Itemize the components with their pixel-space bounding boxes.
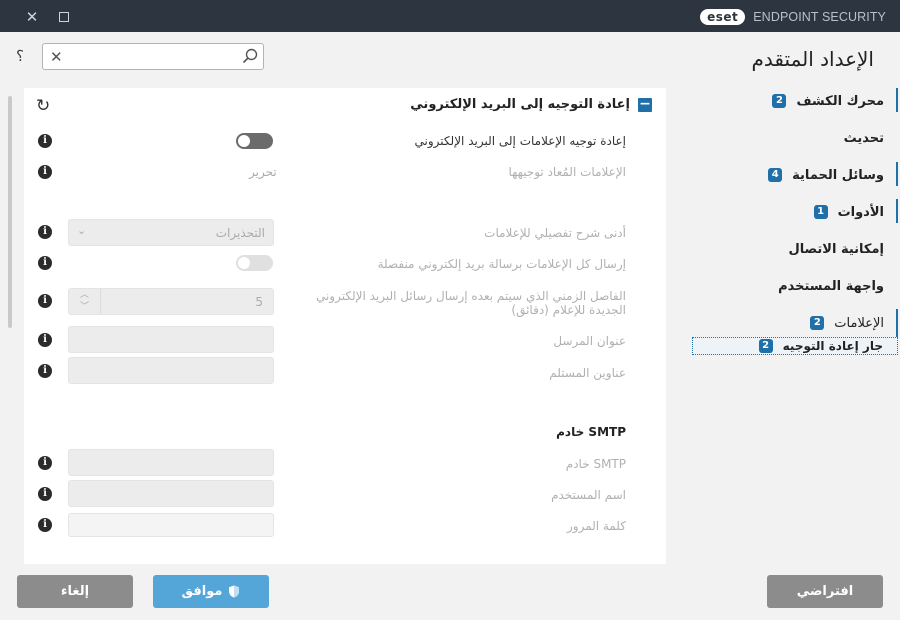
min-verbosity-label: أدنى شرح تفصيلي للإعلامات xyxy=(484,226,626,240)
collapse-icon[interactable]: − xyxy=(638,97,652,112)
stepper-arrows[interactable]: ︿ ﹀ xyxy=(69,289,101,314)
cancel-button[interactable]: إلغاء xyxy=(17,575,133,608)
sidebar-item-detection-engine[interactable]: 2 محرك الكشف xyxy=(772,90,884,112)
forward-toggle-label: إعادة توجيه الإعلامات إلى البريد الإلكتر… xyxy=(414,134,626,148)
info-icon[interactable]: i xyxy=(38,256,52,270)
default-button-label: افتراضي xyxy=(796,584,854,599)
smtp-server-input[interactable] xyxy=(68,449,274,476)
info-icon[interactable]: i xyxy=(38,165,52,179)
sidebar-item-forwarding[interactable]: 2 جار إعادة التوجيه xyxy=(692,337,898,355)
password-label: كلمة المرور xyxy=(566,519,626,533)
page-title: الإعداد المتقدم xyxy=(751,47,874,71)
shield-icon xyxy=(229,585,240,598)
nav-indicator xyxy=(896,199,898,223)
stepper-value: 5 xyxy=(255,295,263,309)
toggle-knob xyxy=(238,135,250,147)
sidebar-item-label: محرك الكشف xyxy=(796,93,884,109)
username-input[interactable] xyxy=(68,480,274,507)
search-box[interactable]: ✕ xyxy=(42,43,264,70)
section-header: إعادة التوجيه إلى البريد الإلكتروني − xyxy=(410,97,652,112)
product-name: ENDPOINT SECURITY xyxy=(753,10,886,24)
username-label: اسم المستخدم xyxy=(551,488,626,502)
search-input[interactable] xyxy=(69,47,229,66)
recipient-addresses-input[interactable] xyxy=(68,357,274,384)
separate-emails-label: إرسال كل الإعلامات برسالة بريد إلكتروني … xyxy=(377,257,626,271)
sidebar-item-update[interactable]: تحديث xyxy=(844,127,884,149)
count-badge: 2 xyxy=(758,339,773,353)
count-badge: 1 xyxy=(813,205,828,219)
smtp-section-title: خادم SMTP xyxy=(556,425,626,439)
sender-address-input[interactable] xyxy=(68,326,274,353)
separate-emails-toggle[interactable] xyxy=(236,255,273,271)
sidebar-item-label: وسائل الحماية xyxy=(792,167,884,183)
section-title: إعادة التوجيه إلى البريد الإلكتروني xyxy=(410,97,630,112)
clear-search-icon[interactable]: ✕ xyxy=(50,48,63,66)
default-button[interactable]: افتراضي xyxy=(767,575,883,608)
count-badge: 2 xyxy=(772,94,787,108)
edit-link[interactable]: تحرير xyxy=(249,165,277,179)
smtp-server-label: خادم SMTP xyxy=(565,457,626,471)
sidebar-item-user-interface[interactable]: واجهة المستخدم xyxy=(778,275,884,297)
min-verbosity-select[interactable]: التحذيرات ⌄ xyxy=(68,219,274,246)
search-icon[interactable] xyxy=(242,48,258,64)
interval-label: الفاصل الزمني الذي سيتم بعده إرسال رسائل… xyxy=(316,289,626,317)
chevron-down-icon: ⌄ xyxy=(77,224,87,237)
revert-icon[interactable]: ↻ xyxy=(36,96,50,116)
close-icon[interactable]: ✕ xyxy=(23,8,41,26)
info-icon[interactable]: i xyxy=(38,294,52,308)
sidebar-item-connectivity[interactable]: إمكانية الاتصال xyxy=(788,238,884,260)
scrollbar[interactable] xyxy=(8,96,12,328)
interval-label-line1: الفاصل الزمني الذي سيتم بعده إرسال رسائل… xyxy=(315,289,626,303)
password-input[interactable] xyxy=(68,513,274,537)
ok-button[interactable]: موافق xyxy=(153,575,269,608)
count-badge: 4 xyxy=(768,168,783,182)
sidebar-item-label: واجهة المستخدم xyxy=(778,278,884,294)
info-icon[interactable]: i xyxy=(38,456,52,470)
info-icon[interactable]: i xyxy=(38,225,52,239)
nav-indicator xyxy=(896,162,898,186)
sidebar-item-label: جار إعادة التوجيه xyxy=(782,339,883,353)
sender-address-label: عنوان المرسل xyxy=(553,334,626,348)
settings-panel: إعادة التوجيه إلى البريد الإلكتروني − ↻ … xyxy=(24,88,666,564)
info-icon[interactable]: i xyxy=(38,134,52,148)
help-icon[interactable]: ؟ xyxy=(16,47,24,65)
forwarded-notifications-label: الإعلامات المُعاد توجيهها xyxy=(508,165,626,179)
sidebar-item-label: الإعلامات xyxy=(834,315,884,331)
title-bar: ✕ eset ENDPOINT SECURITY xyxy=(0,0,900,32)
eset-logo: eset xyxy=(700,9,746,25)
interval-stepper[interactable]: ︿ ﹀ 5 xyxy=(68,288,274,315)
info-icon[interactable]: i xyxy=(38,518,52,532)
maximize-icon[interactable] xyxy=(55,8,73,26)
brand: eset ENDPOINT SECURITY xyxy=(700,8,886,26)
sidebar-item-label: تحديث xyxy=(843,130,884,146)
sidebar: 2 محرك الكشف تحديث 4 وسائل الحماية 1 الأ… xyxy=(690,88,900,368)
selected-value: التحذيرات xyxy=(215,226,265,240)
toggle-knob xyxy=(238,257,250,269)
interval-label-line2: الجديدة للإعلام (دقائق) xyxy=(511,303,626,317)
info-icon[interactable]: i xyxy=(38,487,52,501)
info-icon[interactable]: i xyxy=(38,333,52,347)
sidebar-item-label: الأدوات xyxy=(837,204,884,220)
nav-indicator xyxy=(896,88,898,112)
sidebar-item-notifications[interactable]: 2 الإعلامات xyxy=(810,312,884,334)
ok-button-label: موافق xyxy=(181,584,223,599)
sidebar-item-tools[interactable]: 1 الأدوات xyxy=(813,201,884,223)
cancel-button-label: إلغاء xyxy=(60,584,90,599)
count-badge: 2 xyxy=(810,316,825,330)
sidebar-item-protections[interactable]: 4 وسائل الحماية xyxy=(768,164,884,186)
sidebar-item-label: إمكانية الاتصال xyxy=(788,241,884,257)
forward-toggle[interactable] xyxy=(236,133,273,149)
recipient-addresses-label: عناوين المستلم xyxy=(549,366,626,380)
info-icon[interactable]: i xyxy=(38,364,52,378)
